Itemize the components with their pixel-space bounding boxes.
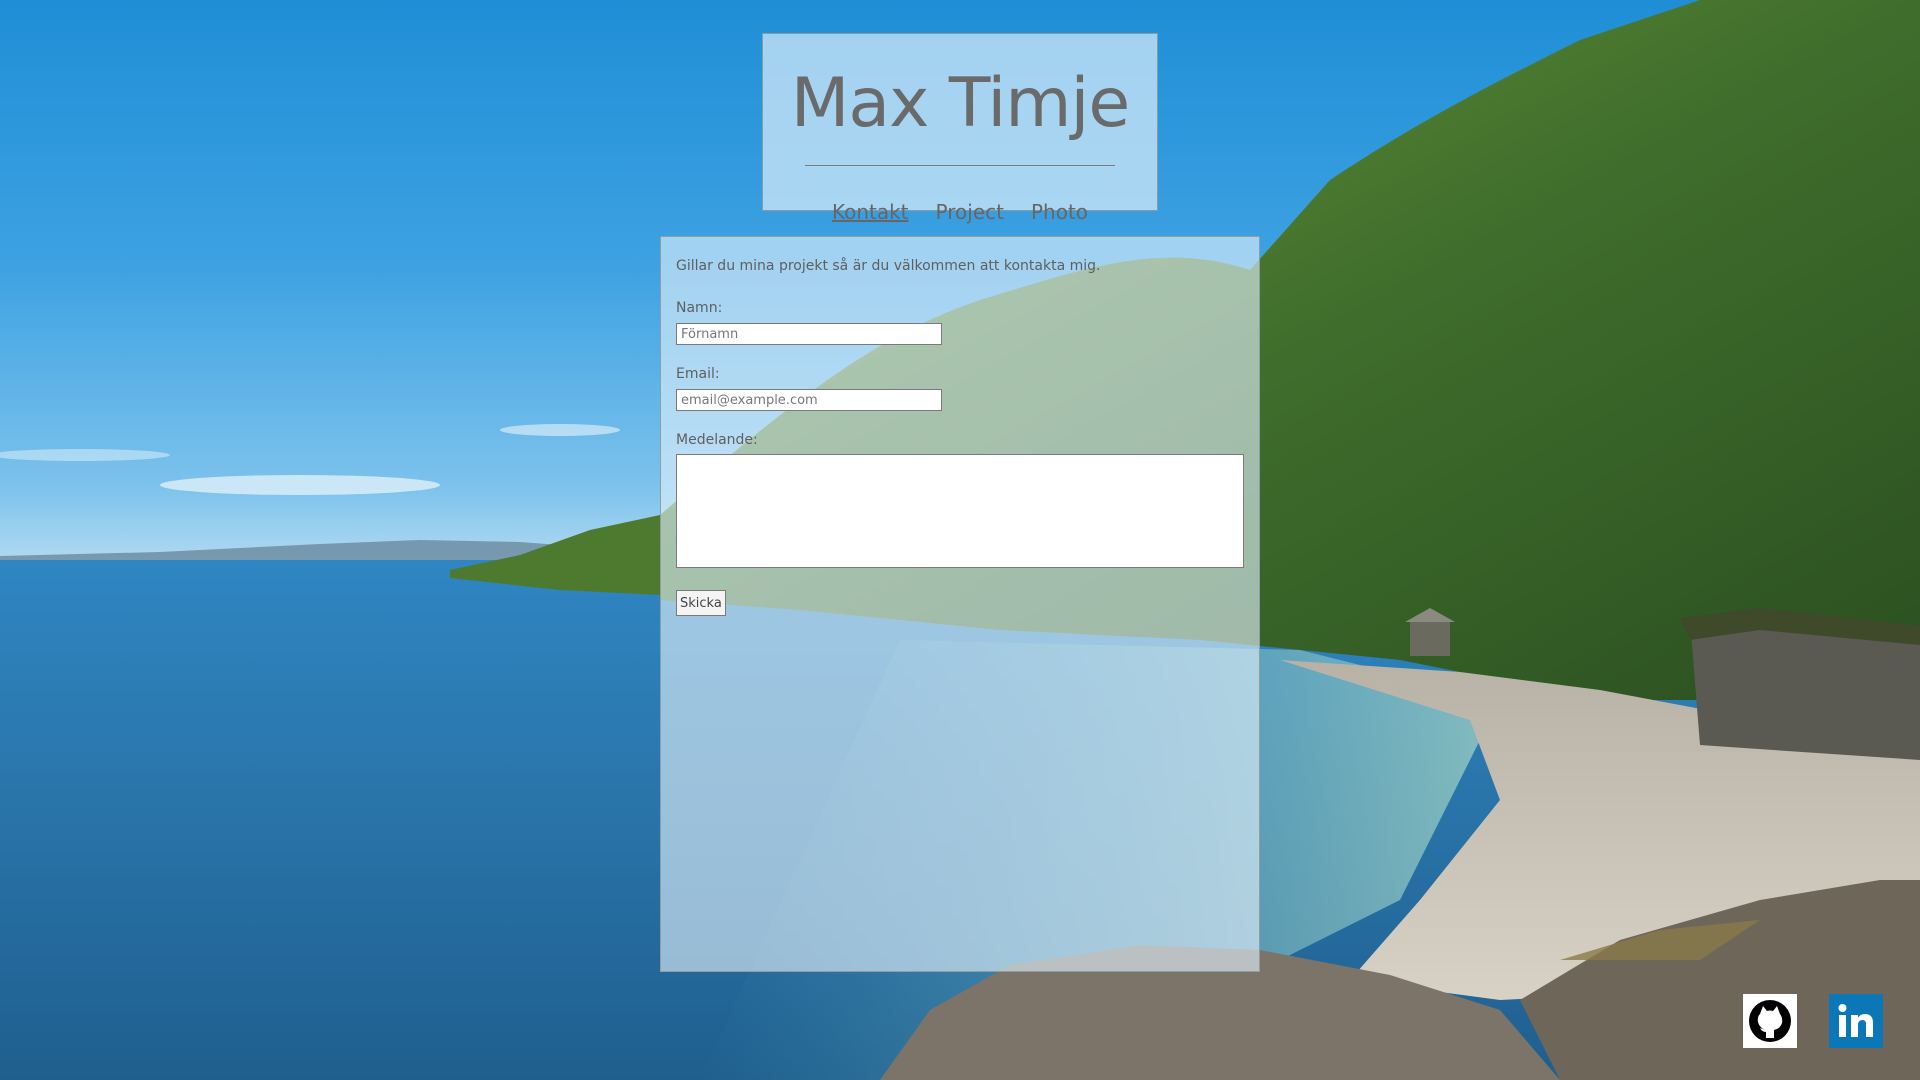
main-nav: Kontakt Project Photo xyxy=(763,200,1157,224)
github-link[interactable] xyxy=(1743,994,1797,1048)
message-label: Medelande: xyxy=(676,432,758,448)
name-label: Namn: xyxy=(676,300,723,316)
linkedin-icon xyxy=(1829,994,1883,1048)
site-title: Max Timje xyxy=(790,64,1131,143)
submit-button[interactable]: Skicka xyxy=(676,590,726,616)
contact-intro: Gillar du mina projekt så är du välkomme… xyxy=(676,258,1101,274)
message-textarea[interactable] xyxy=(676,454,1244,568)
email-input[interactable] xyxy=(676,389,942,411)
header-divider xyxy=(805,165,1115,166)
email-label: Email: xyxy=(676,366,720,382)
name-input[interactable] xyxy=(676,323,942,345)
nav-link-photo[interactable]: Photo xyxy=(1031,200,1088,224)
site-header: Max Timje Kontakt Project Photo xyxy=(762,33,1158,224)
contact-panel: Gillar du mina projekt så är du välkomme… xyxy=(660,236,1260,972)
linkedin-link[interactable] xyxy=(1829,994,1883,1048)
github-icon xyxy=(1743,994,1797,1048)
nav-link-kontakt[interactable]: Kontakt xyxy=(832,200,909,224)
nav-link-project[interactable]: Project xyxy=(936,200,1004,224)
